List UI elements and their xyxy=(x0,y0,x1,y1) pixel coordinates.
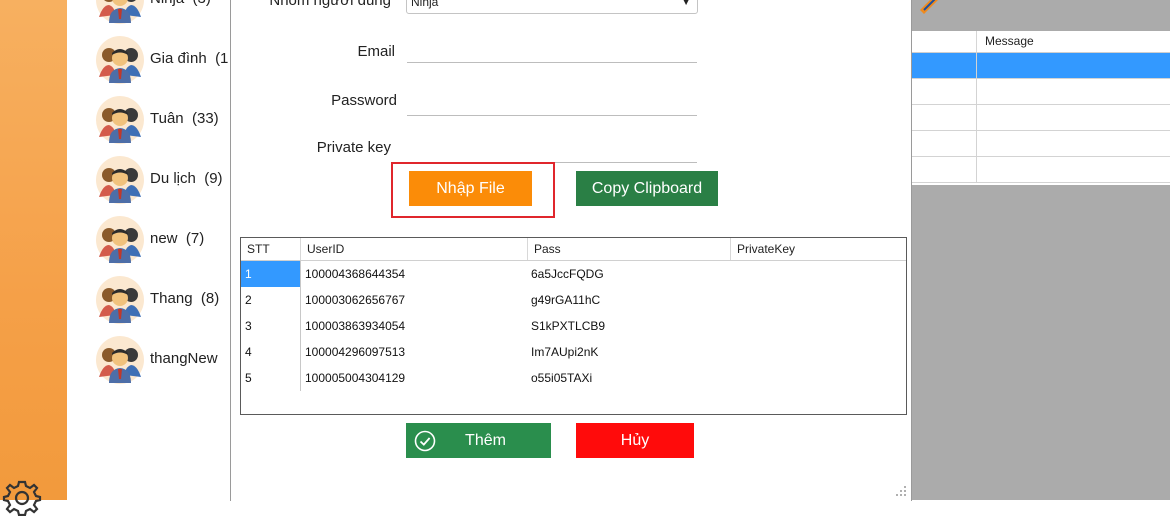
add-button[interactable]: Thêm xyxy=(406,423,551,458)
group-name: Ninja xyxy=(150,0,184,7)
message-cell xyxy=(976,157,1170,182)
cell-privatekey xyxy=(735,313,905,339)
add-button-label: Thêm xyxy=(465,431,506,449)
group-count: (3) xyxy=(193,0,211,7)
group-avatar-icon xyxy=(96,276,144,324)
table-row[interactable]: 3 100003863934054 S1kPXTLCB9 xyxy=(241,313,906,339)
add-account-dialog: Nhóm người dùng Ninja ▼ Email Password P… xyxy=(230,0,912,501)
message-cell xyxy=(976,53,1170,78)
group-count: (33) xyxy=(191,110,219,127)
cancel-button[interactable]: Hủy xyxy=(576,423,694,458)
cell-stt: 5 xyxy=(241,365,301,391)
group-list: Ninja (3) Gia đình (1 Tuân (33) Du lịch (9)… xyxy=(67,0,230,500)
message-table[interactable]: Message xyxy=(912,31,1170,185)
grid-header: STT UserID Pass PrivateKey xyxy=(241,238,906,261)
sidebar-strip xyxy=(0,0,67,516)
message-row[interactable] xyxy=(912,105,1170,131)
cell-privatekey xyxy=(735,261,905,287)
message-cell xyxy=(912,105,976,130)
group-label: thangNew xyxy=(150,350,226,367)
group-field-label: Nhóm người dùng xyxy=(269,0,391,9)
cell-pass: 6a5JccFQDG xyxy=(531,267,604,281)
group-name: thangNew xyxy=(150,350,218,367)
group-select-value: Ninja xyxy=(411,0,439,9)
grid-col-privatekey[interactable]: PrivateKey xyxy=(731,238,906,260)
cell-userid: 100004296097513 xyxy=(305,345,406,359)
table-row[interactable]: 5 100005004304129 o55i05TAXi xyxy=(241,365,906,391)
group-select[interactable]: Ninja ▼ xyxy=(406,0,698,14)
group-count: (8) xyxy=(200,290,220,307)
grid-col-pass[interactable]: Pass xyxy=(528,238,731,260)
message-row[interactable] xyxy=(912,157,1170,183)
message-cell xyxy=(976,105,1170,130)
table-row[interactable]: 2 100003062656767 g49rGA11hC xyxy=(241,287,906,313)
group-label: Gia đình (1 xyxy=(150,50,228,67)
cell-pass: Im7AUpi2nK xyxy=(531,345,599,359)
group-name: Tuân xyxy=(150,110,184,127)
group-avatar-icon xyxy=(96,216,144,264)
grid-col-userid[interactable]: UserID xyxy=(301,238,528,260)
cell-privatekey xyxy=(735,365,905,391)
cell-stt: 4 xyxy=(241,339,301,365)
cell-pass: g49rGA11hC xyxy=(531,293,601,307)
resize-grip-icon[interactable] xyxy=(895,485,907,497)
cell-userid: 100003863934054 xyxy=(305,319,406,333)
cell-stt: 1 xyxy=(241,261,301,287)
group-avatar-icon xyxy=(96,0,144,24)
password-field[interactable] xyxy=(407,115,697,116)
message-cell xyxy=(976,131,1170,156)
cell-stt: 3 xyxy=(241,313,301,339)
table-row[interactable]: 1 100004368644354 6a5JccFQDG xyxy=(241,261,906,287)
group-avatar-icon xyxy=(96,336,144,384)
group-name: Gia đình xyxy=(150,50,207,67)
group-name: new xyxy=(150,230,178,247)
group-avatar-icon xyxy=(96,96,144,144)
message-table-header: Message xyxy=(912,31,1170,53)
group-count: (1 xyxy=(215,50,229,67)
message-row[interactable] xyxy=(912,53,1170,79)
group-count: (7) xyxy=(185,230,205,247)
message-cell xyxy=(976,79,1170,104)
group-avatar-icon xyxy=(96,36,144,84)
group-label: Tuân (33) xyxy=(150,110,219,127)
password-label: Password xyxy=(331,92,397,109)
message-col-message[interactable]: Message xyxy=(976,31,1170,52)
group-label: Du lịch (9) xyxy=(150,170,223,187)
copy-clipboard-button[interactable]: Copy Clipboard xyxy=(576,171,718,206)
group-label: Ninja (3) xyxy=(150,0,211,7)
message-cell xyxy=(912,79,976,104)
cell-privatekey xyxy=(735,287,905,313)
group-label: new (7) xyxy=(150,230,204,247)
cell-privatekey xyxy=(735,339,905,365)
table-row[interactable]: 4 100004296097513 Im7AUpi2nK xyxy=(241,339,906,365)
message-cell xyxy=(912,131,976,156)
cell-userid: 100003062656767 xyxy=(305,293,406,307)
group-name: Du lịch xyxy=(150,170,196,187)
message-col-0[interactable] xyxy=(912,31,976,52)
chevron-down-icon: ▼ xyxy=(681,0,691,8)
email-field[interactable] xyxy=(407,62,697,63)
group-avatar-icon xyxy=(96,156,144,204)
group-name: Thang xyxy=(150,290,193,307)
app-logo-icon xyxy=(920,0,938,14)
check-circle-icon xyxy=(414,430,436,452)
email-label: Email xyxy=(357,43,395,60)
message-cell xyxy=(912,157,976,182)
gear-icon[interactable] xyxy=(2,472,46,516)
cell-stt: 2 xyxy=(241,287,301,313)
message-row[interactable] xyxy=(912,79,1170,105)
cell-pass: o55i05TAXi xyxy=(531,371,593,385)
import-file-button[interactable]: Nhập File xyxy=(409,171,532,206)
cell-userid: 100005004304129 xyxy=(305,371,406,385)
right-panel: Message xyxy=(912,0,1170,500)
accounts-grid[interactable]: STT UserID Pass PrivateKey 1 100004368644… xyxy=(240,237,907,415)
group-count: (9) xyxy=(204,170,223,187)
grid-col-stt[interactable]: STT xyxy=(241,238,301,260)
message-row[interactable] xyxy=(912,131,1170,157)
private-key-label: Private key xyxy=(316,139,391,156)
message-cell xyxy=(912,53,976,78)
cell-pass: S1kPXTLCB9 xyxy=(531,319,606,333)
group-label: Thang (8) xyxy=(150,290,219,307)
cell-userid: 100004368644354 xyxy=(305,267,406,281)
